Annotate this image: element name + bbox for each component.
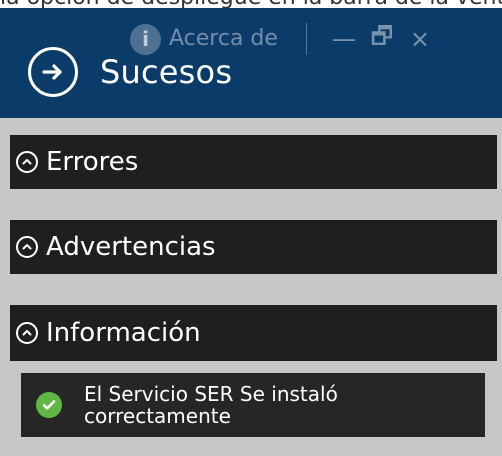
event-message: El Servicio SER Se instaló correctamente <box>84 382 338 428</box>
restore-button[interactable]: 🗗 <box>363 22 401 56</box>
window-header: Sucesos <box>28 47 232 97</box>
titlebar: i Acerca de — 🗗 × Sucesos <box>0 8 502 118</box>
close-icon: × <box>409 25 430 53</box>
close-button[interactable]: × <box>401 22 439 56</box>
chevron-up-circle-icon <box>16 236 38 258</box>
section-information-label: Información <box>46 318 201 348</box>
events-window: i Acerca de — 🗗 × Sucesos Errores Advert… <box>0 8 502 456</box>
check-circle-icon <box>36 392 62 418</box>
arrow-right-circle-icon[interactable] <box>28 47 78 97</box>
section-errors-label: Errores <box>46 147 139 177</box>
page-title: Sucesos <box>100 53 233 91</box>
top-cut-text: la opción de despliegue en la barra de l… <box>0 0 502 8</box>
section-information[interactable]: Información <box>10 305 497 361</box>
section-warnings-label: Advertencias <box>46 232 216 262</box>
restore-icon: 🗗 <box>370 21 394 50</box>
chevron-up-circle-icon <box>16 151 38 173</box>
chevron-up-circle-icon <box>16 322 38 344</box>
minimize-icon: — <box>331 25 356 53</box>
screenshot: la opción de despliegue en la barra de l… <box>0 0 502 456</box>
minimize-button[interactable]: — <box>325 22 363 56</box>
section-warnings[interactable]: Advertencias <box>10 220 497 274</box>
event-item-information[interactable]: El Servicio SER Se instaló correctamente <box>21 373 485 437</box>
title-separator <box>305 23 307 55</box>
section-errors[interactable]: Errores <box>10 135 497 189</box>
